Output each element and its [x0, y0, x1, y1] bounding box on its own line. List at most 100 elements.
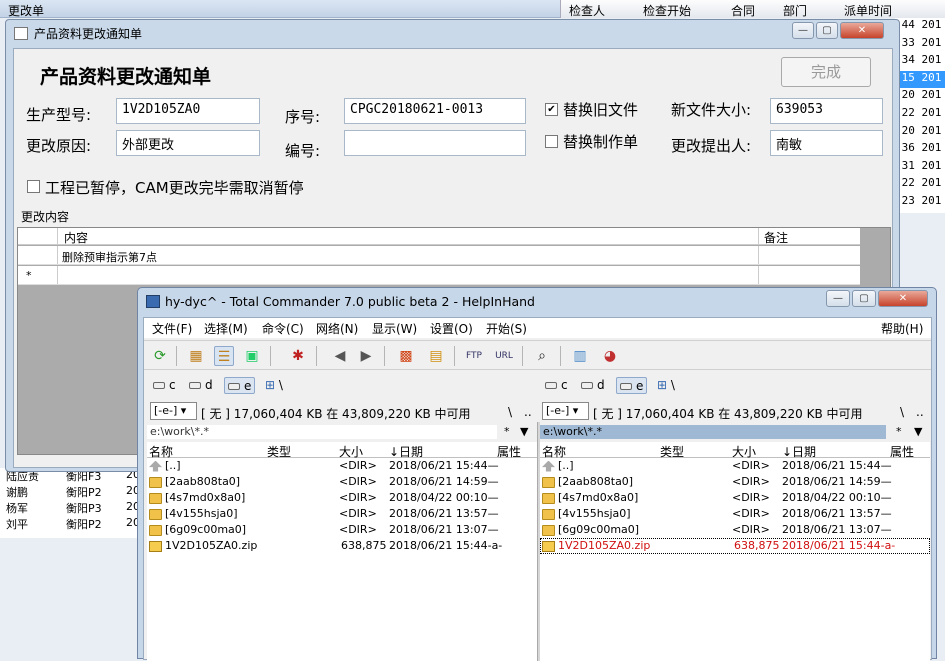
background-left-row[interactable]: 谢鹏 衡阳P2 20 — [0, 484, 140, 500]
menu-start[interactable]: 开始(S) — [486, 320, 527, 337]
header-inspector[interactable]: 检查人 — [569, 2, 605, 19]
drive-e-button[interactable]: e — [616, 377, 648, 394]
done-button[interactable]: 完成 — [781, 57, 871, 87]
right-history-dropdown[interactable]: ▼ — [914, 425, 922, 438]
drive-c-button[interactable]: c — [150, 377, 179, 394]
right-drive-select[interactable]: [-e-] ▾ — [542, 402, 589, 420]
background-row[interactable]: :22 201 — [895, 176, 945, 193]
header-dispatch-time[interactable]: 派单时间 — [844, 2, 892, 19]
menu-view[interactable]: 显示(W) — [372, 320, 417, 337]
file-row[interactable]: 1V2D105ZA0.zip 638,875 2018/06/21 15:44-a- — [147, 538, 537, 554]
drive-e-button[interactable]: e — [224, 377, 256, 394]
header-department[interactable]: 部门 — [783, 2, 807, 19]
refresh-icon[interactable]: ⟳ — [150, 346, 170, 366]
right-nav-root[interactable]: \ — [900, 405, 904, 419]
background-row[interactable]: :36 201 — [895, 141, 945, 158]
header-check-start[interactable]: 检查开始 — [643, 2, 691, 19]
menu-select[interactable]: 选择(M) — [204, 320, 248, 337]
background-row[interactable]: :34 201 — [895, 53, 945, 70]
forward-arrow-icon[interactable]: ▶ — [356, 346, 376, 366]
drive-c-button[interactable]: c — [542, 377, 571, 394]
back-arrow-icon[interactable]: ◀ — [330, 346, 350, 366]
file-row[interactable]: [4v155hsja0] <DIR> 2018/06/21 13:57— — [147, 506, 537, 522]
file-row[interactable]: [4s7md0x8a0] <DIR> 2018/04/22 00:10— — [147, 490, 537, 506]
brief-view-icon[interactable]: ▦ — [186, 346, 206, 366]
tc-close-button[interactable]: ✕ — [878, 290, 928, 307]
model-field[interactable]: 1V2D105ZA0 — [116, 98, 260, 124]
pause-checkbox[interactable] — [27, 180, 40, 193]
right-filter[interactable]: * — [896, 425, 902, 438]
background-row[interactable]: :23 201 — [895, 194, 945, 211]
file-row[interactable]: [4s7md0x8a0] <DIR> 2018/04/22 00:10— — [540, 490, 930, 506]
left-path-bar[interactable]: e:\work\*.* — [147, 425, 497, 439]
menu-settings[interactable]: 设置(O) — [430, 320, 473, 337]
background-row[interactable]: :44 201 — [895, 18, 945, 35]
background-row[interactable]: :15 201 — [895, 70, 945, 88]
file-row[interactable]: [4v155hsja0] <DIR> 2018/06/21 13:57— — [540, 506, 930, 522]
replace-old-checkbox[interactable]: ✔ — [545, 103, 558, 116]
left-file-panel[interactable]: [..] <DIR> 2018/06/21 15:44— [2aab808ta0] <D… — [147, 458, 537, 661]
grid-header-content[interactable]: 内容 — [64, 229, 88, 246]
tc-maximize-button[interactable]: ▢ — [852, 290, 876, 307]
menu-help[interactable]: 帮助(H) — [881, 320, 923, 337]
grid-cell-content[interactable]: 删除预审指示第7点 — [62, 249, 157, 265]
file-row[interactable]: 1V2D105ZA0.zip 638,875 2018/06/21 15:44-a- — [540, 538, 930, 554]
drive-icon — [545, 382, 557, 389]
search-binoculars-icon[interactable]: ⌕ — [532, 346, 552, 366]
header-contract[interactable]: 合同 — [731, 2, 755, 19]
background-row[interactable]: :20 201 — [895, 88, 945, 105]
background-cell-name: 谢鹏 — [6, 486, 28, 499]
pie-chart-icon[interactable]: ◕ — [600, 346, 620, 366]
minimize-button[interactable]: — — [792, 22, 814, 39]
background-row[interactable]: :31 201 — [895, 159, 945, 176]
menu-network[interactable]: 网络(N) — [316, 320, 358, 337]
code-field[interactable] — [344, 130, 526, 156]
background-row[interactable]: :33 201 — [895, 36, 945, 53]
close-button[interactable]: ✕ — [840, 22, 884, 39]
grid-new-row[interactable]: * — [18, 266, 860, 285]
calculator-icon[interactable]: ▥ — [570, 346, 590, 366]
full-view-icon[interactable]: ☰ — [214, 346, 234, 366]
file-row[interactable]: [6g09c00ma0] <DIR> 2018/06/21 13:07— — [147, 522, 537, 538]
grid-row[interactable]: 删除预审指示第7点 — [18, 246, 860, 265]
unpack-icon[interactable]: ▤ — [426, 346, 446, 366]
drive-d-button[interactable]: d — [186, 377, 216, 394]
ftp-icon[interactable]: FTP — [464, 346, 484, 366]
network-root-button[interactable]: ⊞ \ — [262, 377, 286, 394]
left-nav-root[interactable]: \ — [508, 405, 512, 419]
network-root-button[interactable]: ⊞ \ — [654, 377, 678, 394]
grid-header-note[interactable]: 备注 — [764, 229, 788, 246]
pack-icon[interactable]: ▩ — [396, 346, 416, 366]
file-row[interactable]: [..] <DIR> 2018/06/21 15:44— — [540, 458, 930, 474]
right-file-panel[interactable]: [..] <DIR> 2018/06/21 15:44— [2aab808ta0] <D… — [540, 458, 930, 661]
right-nav-up[interactable]: .. — [916, 405, 924, 419]
thumbnail-view-icon[interactable]: ▣ — [242, 346, 262, 366]
maximize-button[interactable]: ▢ — [816, 22, 838, 39]
left-history-dropdown[interactable]: ▼ — [520, 425, 528, 438]
file-row[interactable]: [..] <DIR> 2018/06/21 15:44— — [147, 458, 537, 474]
file-row[interactable]: [2aab808ta0] <DIR> 2018/06/21 14:59— — [540, 474, 930, 490]
menu-command[interactable]: 命令(C) — [262, 320, 304, 337]
background-left-row[interactable]: 刘平 衡阳P2 20 — [0, 516, 140, 532]
url-icon[interactable]: URL — [494, 346, 514, 366]
menu-file[interactable]: 文件(F) — [152, 320, 192, 337]
proposer-field[interactable]: 南敏 — [770, 130, 883, 156]
tc-minimize-button[interactable]: — — [826, 290, 850, 307]
right-path-bar[interactable]: e:\work\*.* — [540, 425, 886, 439]
serial-field[interactable]: CPGC20180621-0013 — [344, 98, 526, 124]
new-size-field[interactable]: 639053 — [770, 98, 883, 124]
background-cell-dept: 衡阳P2 — [66, 486, 102, 499]
drive-d-button[interactable]: d — [578, 377, 608, 394]
left-filter[interactable]: * — [504, 425, 510, 438]
background-row[interactable]: :20 201 — [895, 124, 945, 141]
background-row[interactable]: :22 201 — [895, 106, 945, 123]
left-drive-select[interactable]: [-e-] ▾ — [150, 402, 197, 420]
replace-sheet-checkbox[interactable] — [545, 135, 558, 148]
background-left-row[interactable]: 杨军 衡阳P3 20 — [0, 500, 140, 516]
file-row[interactable]: [2aab808ta0] <DIR> 2018/06/21 14:59— — [147, 474, 537, 490]
left-nav-up[interactable]: .. — [524, 405, 532, 419]
invert-selection-icon[interactable]: ✱ — [288, 346, 308, 366]
tc-body: 文件(F) 选择(M) 命令(C) 网络(N) 显示(W) 设置(O) 开始(S… — [143, 317, 932, 661]
file-row[interactable]: [6g09c00ma0] <DIR> 2018/06/21 13:07— — [540, 522, 930, 538]
reason-field[interactable]: 外部更改 — [116, 130, 260, 156]
